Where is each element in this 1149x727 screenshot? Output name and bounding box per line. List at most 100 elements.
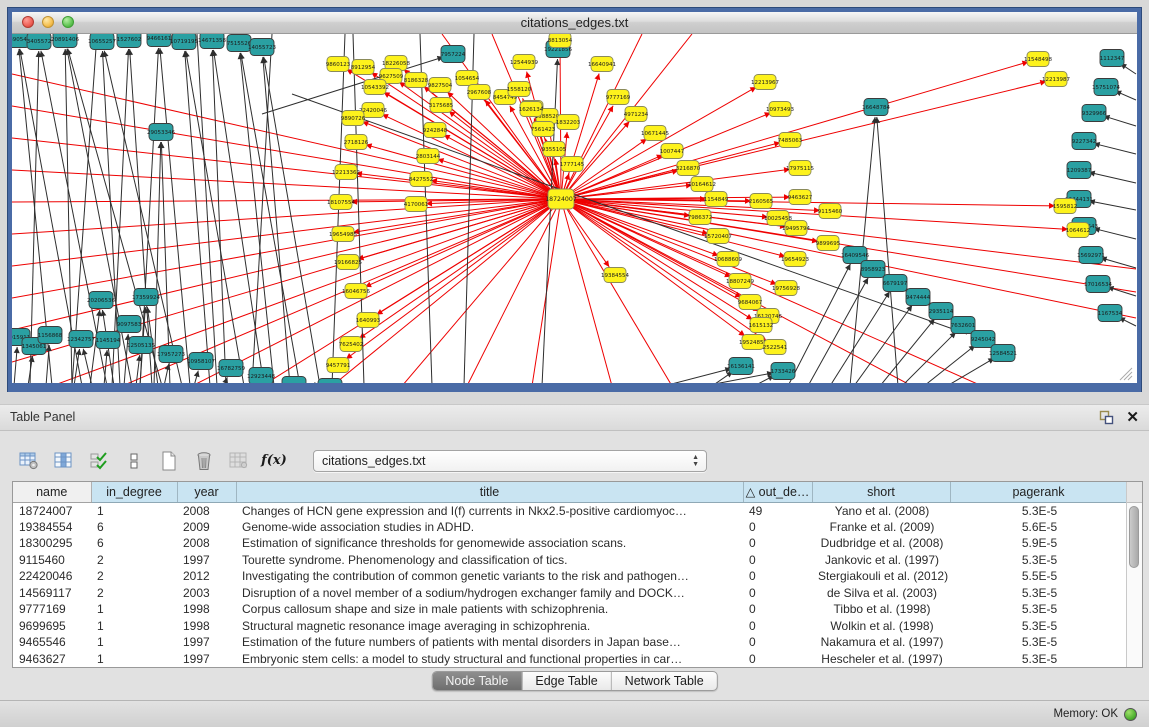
cell[interactable]: 1997 <box>177 552 236 569</box>
cell[interactable]: 5.6E-5 <box>950 519 1127 536</box>
column-header-out_degree[interactable]: △ out_de… <box>743 482 812 502</box>
cell[interactable]: 5.9E-5 <box>950 535 1127 552</box>
cell[interactable]: Dudbridge et al. (2008) <box>812 535 950 552</box>
scrollbar-thumb[interactable] <box>1129 506 1139 568</box>
cell[interactable]: Jankovic et al. (1997) <box>812 552 950 569</box>
cell[interactable]: 2008 <box>177 535 236 552</box>
column-header-name[interactable]: name <box>13 482 91 502</box>
cell[interactable]: 5.3E-5 <box>950 601 1127 618</box>
cell[interactable]: 0 <box>743 651 812 668</box>
cell[interactable]: Nakamura et al. (1997) <box>812 634 950 651</box>
row-height-icon[interactable] <box>123 451 145 471</box>
float-window-icon[interactable] <box>1099 410 1114 425</box>
cell[interactable]: 49 <box>743 502 812 519</box>
delete-table-icon[interactable] <box>193 451 215 471</box>
cell[interactable]: 0 <box>743 634 812 651</box>
table-row[interactable]: 911546021997Tourette syndrome. Phenomeno… <box>13 552 1127 569</box>
cell[interactable]: Embryonic stem cells: a model to study s… <box>236 651 743 668</box>
cell[interactable]: de Silva et al. (2003) <box>812 585 950 602</box>
cell[interactable]: 5.3E-5 <box>950 651 1127 668</box>
memory-status-indicator[interactable] <box>1124 708 1137 721</box>
cell[interactable]: Disruption of a novel member of a sodium… <box>236 585 743 602</box>
cell[interactable]: 5.5E-5 <box>950 568 1127 585</box>
cell[interactable]: Hescheler et al. (1997) <box>812 651 950 668</box>
column-header-short[interactable]: short <box>812 482 950 502</box>
cell[interactable]: 1998 <box>177 601 236 618</box>
cell[interactable]: 6 <box>91 519 177 536</box>
cell[interactable]: 5.3E-5 <box>950 618 1127 635</box>
cell[interactable]: 22420046 <box>13 568 91 585</box>
select-rows-icon[interactable] <box>88 451 110 471</box>
cell[interactable]: 9699695 <box>13 618 91 635</box>
cell[interactable]: 0 <box>743 568 812 585</box>
minimize-window-button[interactable] <box>42 16 54 28</box>
table-row[interactable]: 1938455462009Genome-wide association stu… <box>13 519 1127 536</box>
table-row[interactable]: 969969511998Structural magnetic resonanc… <box>13 618 1127 635</box>
cell[interactable]: 1 <box>91 634 177 651</box>
cell[interactable]: 2 <box>91 552 177 569</box>
citation-network-graph[interactable]: 1390546340557220891406106552571527602946… <box>12 34 1137 383</box>
cell[interactable]: 1 <box>91 601 177 618</box>
table-row[interactable]: 946554611997Estimation of the future num… <box>13 634 1127 651</box>
table-row[interactable]: 2242004622012Investigating the contribut… <box>13 568 1127 585</box>
cell[interactable]: 1 <box>91 651 177 668</box>
cell[interactable]: 18724007 <box>13 502 91 519</box>
cell[interactable]: 0 <box>743 519 812 536</box>
cell[interactable]: Tibbo et al. (1998) <box>812 601 950 618</box>
column-header-title[interactable]: title <box>236 482 743 502</box>
tab-edge-table[interactable]: Edge Table <box>521 672 610 690</box>
cell[interactable]: 0 <box>743 585 812 602</box>
cell[interactable]: 0 <box>743 552 812 569</box>
new-table-icon[interactable] <box>158 451 180 471</box>
cell[interactable]: 5.3E-5 <box>950 552 1127 569</box>
cell[interactable]: 2008 <box>177 502 236 519</box>
table-row[interactable]: 977716911998Corpus callosum shape and si… <box>13 601 1127 618</box>
table-settings-icon[interactable] <box>18 451 40 471</box>
cell[interactable]: 2 <box>91 568 177 585</box>
cell[interactable]: 2003 <box>177 585 236 602</box>
show-column-icon[interactable] <box>53 451 75 471</box>
cell[interactable]: 0 <box>743 535 812 552</box>
column-header-in_degree[interactable]: in_degree <box>91 482 177 502</box>
cell[interactable]: 6 <box>91 535 177 552</box>
cell[interactable]: 9463627 <box>13 651 91 668</box>
cell[interactable]: Corpus callosum shape and size in male p… <box>236 601 743 618</box>
cell[interactable]: 1997 <box>177 634 236 651</box>
cell[interactable]: 9777169 <box>13 601 91 618</box>
maximize-window-button[interactable] <box>62 16 74 28</box>
table-selector-dropdown[interactable]: citations_edges.txt ▲▼ <box>313 450 707 472</box>
column-header-year[interactable]: year <box>177 482 236 502</box>
function-builder-icon[interactable]: f(x) <box>263 451 285 471</box>
cell[interactable]: 2009 <box>177 519 236 536</box>
cell[interactable]: Tourette syndrome. Phenomenology and cla… <box>236 552 743 569</box>
cell[interactable]: 1997 <box>177 651 236 668</box>
cell[interactable]: 0 <box>743 601 812 618</box>
close-icon[interactable]: ✕ <box>1126 405 1139 430</box>
cell[interactable]: 1 <box>91 618 177 635</box>
table-row[interactable]: 1872400712008Changes of HCN gene express… <box>13 502 1127 519</box>
table-row[interactable]: 1830029562008Estimation of significance … <box>13 535 1127 552</box>
tab-node-table[interactable]: Node Table <box>432 672 521 690</box>
network-canvas[interactable]: 1390546340557220891406106552571527602946… <box>12 34 1137 383</box>
cell[interactable]: 1998 <box>177 618 236 635</box>
cell[interactable]: 5.3E-5 <box>950 634 1127 651</box>
column-header-pagerank[interactable]: pagerank <box>950 482 1127 502</box>
cell[interactable]: 5.3E-5 <box>950 502 1127 519</box>
network-window-titlebar[interactable]: citations_edges.txt <box>12 12 1137 34</box>
cell[interactable]: Investigating the contribution of common… <box>236 568 743 585</box>
cell[interactable]: Estimation of the future numbers of pati… <box>236 634 743 651</box>
cell[interactable]: Yano et al. (2008) <box>812 502 950 519</box>
close-window-button[interactable] <box>22 16 34 28</box>
cell[interactable]: 9115460 <box>13 552 91 569</box>
cell[interactable]: Stergiakouli et al. (2012) <box>812 568 950 585</box>
cell[interactable]: Wolkin et al. (1998) <box>812 618 950 635</box>
table-vertical-scrollbar[interactable] <box>1126 482 1142 667</box>
panel-splitter[interactable] <box>0 392 1149 404</box>
cell[interactable]: 2 <box>91 585 177 602</box>
table-row[interactable]: 1456911722003Disruption of a novel membe… <box>13 585 1127 602</box>
cell[interactable]: 0 <box>743 618 812 635</box>
cell[interactable]: 18300295 <box>13 535 91 552</box>
cell[interactable]: 2012 <box>177 568 236 585</box>
cell[interactable]: 1 <box>91 502 177 519</box>
cell[interactable]: Estimation of significance thresholds fo… <box>236 535 743 552</box>
